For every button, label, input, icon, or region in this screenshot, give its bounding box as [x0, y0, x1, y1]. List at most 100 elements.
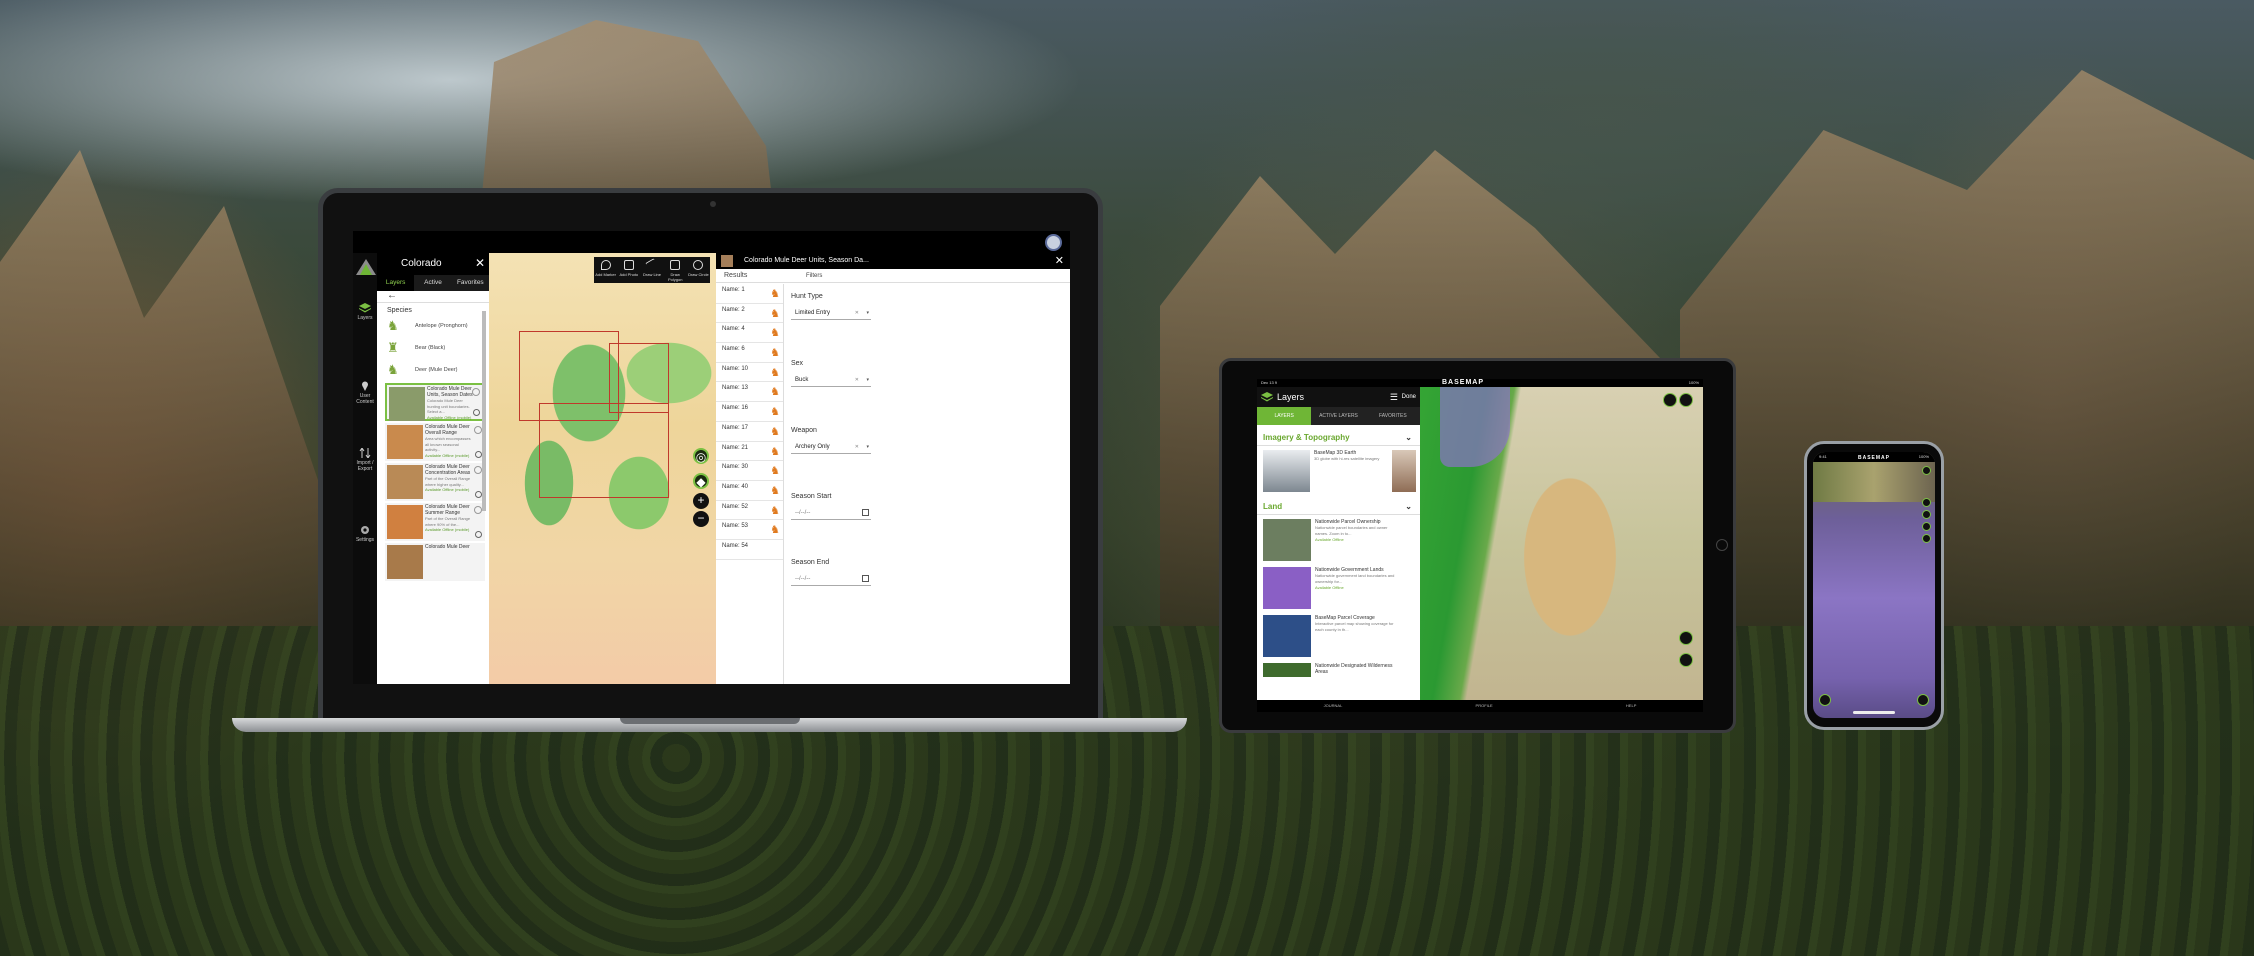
- clear-icon[interactable]: ✕: [855, 440, 859, 454]
- result-row[interactable]: Name: 21 ♞: [716, 442, 783, 462]
- select-value: Archery Only: [795, 444, 830, 450]
- back-arrow-icon[interactable]: ←: [377, 291, 489, 303]
- heart-icon[interactable]: [474, 506, 482, 514]
- heart-icon[interactable]: [472, 388, 480, 396]
- hunt-unit-boundary[interactable]: [609, 343, 669, 413]
- layers-toggle-icon[interactable]: ◆: [693, 473, 709, 489]
- result-row[interactable]: Name: 53 ♞: [716, 520, 783, 540]
- compass-icon[interactable]: [1679, 393, 1693, 407]
- user-avatar-icon[interactable]: [1045, 234, 1062, 251]
- rail-layers[interactable]: Layers: [353, 303, 377, 321]
- locate-icon[interactable]: ◎: [693, 448, 709, 464]
- info-icon[interactable]: [475, 531, 482, 538]
- locate-icon[interactable]: [1679, 631, 1693, 645]
- add-photo-tool[interactable]: Add Photo: [617, 257, 640, 283]
- nav-journal[interactable]: JOURNAL: [1324, 700, 1343, 712]
- add-icon[interactable]: [1917, 694, 1929, 706]
- layer-card[interactable]: Nationwide Government Lands Nationwide go…: [1263, 567, 1416, 611]
- layer-card[interactable]: BaseMap 3D Earth 3D globe with hi-res sat…: [1263, 450, 1416, 494]
- layer-card[interactable]: Colorado Mule Deer Concentration Areas Pa…: [385, 463, 485, 501]
- tablet-map[interactable]: [1420, 387, 1703, 700]
- draw-circle-tool[interactable]: Draw Circle: [687, 257, 710, 283]
- result-row[interactable]: Name: 30 ♞: [716, 461, 783, 481]
- results-tabbar: Results Filters: [716, 269, 1070, 283]
- layer-card[interactable]: Nationwide Parcel Ownership Nationwide pa…: [1263, 519, 1416, 563]
- home-indicator[interactable]: [1853, 711, 1895, 714]
- map-view[interactable]: Add Marker Add Photo Draw Line Draw Poly…: [489, 253, 716, 684]
- nav-help[interactable]: HELP: [1626, 700, 1636, 712]
- result-row[interactable]: Name: 40 ♞: [716, 481, 783, 501]
- rail-settings[interactable]: Settings: [353, 525, 377, 543]
- zoom-out-icon[interactable]: −: [693, 511, 709, 527]
- draw-line-tool[interactable]: Draw Line: [640, 257, 663, 283]
- species-item[interactable]: ♞ Deer (Mule Deer): [377, 359, 489, 381]
- section-header[interactable]: Imagery & Topography ⌄: [1257, 425, 1420, 446]
- result-row[interactable]: Name: 17 ♞: [716, 422, 783, 442]
- home-button[interactable]: [1716, 539, 1728, 551]
- tab-active-layers[interactable]: Active Layers: [414, 275, 451, 302]
- clear-icon[interactable]: ✕: [855, 373, 859, 387]
- rail-import-export[interactable]: Import / Export: [353, 448, 377, 472]
- result-row[interactable]: Name: 1 ♞: [716, 284, 783, 304]
- result-row[interactable]: Name: 52 ♞: [716, 501, 783, 521]
- layers-toggle-icon[interactable]: [1922, 498, 1931, 507]
- result-row[interactable]: Name: 4 ♞: [716, 323, 783, 344]
- close-icon[interactable]: ✕: [1055, 253, 1064, 269]
- phone-screen[interactable]: 9:41 100% BASEMAP: [1813, 452, 1935, 718]
- result-row[interactable]: Name: 10 ♞: [716, 363, 783, 383]
- layer-card[interactable]: Colorado Mule Deer: [385, 543, 485, 581]
- draw-polygon-tool[interactable]: Draw Polygon: [664, 257, 687, 283]
- tab-favorites[interactable]: FAVORITES: [1366, 407, 1420, 425]
- add-marker-tool[interactable]: Add Marker: [594, 257, 617, 283]
- sex-select[interactable]: Buck ✕ ▾: [791, 373, 871, 387]
- locate-icon[interactable]: [1819, 694, 1831, 706]
- layers-toggle-icon[interactable]: [1679, 653, 1693, 667]
- done-button[interactable]: Done: [1402, 387, 1416, 407]
- result-row[interactable]: Name: 2 ♞: [716, 304, 783, 324]
- layer-card[interactable]: Colorado Mule Deer Summer Range Part of t…: [385, 503, 485, 541]
- layer-card[interactable]: Colorado Mule Deer Overall Range Area whi…: [385, 423, 485, 461]
- heart-icon[interactable]: [474, 466, 482, 474]
- tab-favorites[interactable]: Favorites: [452, 275, 489, 291]
- hunt-type-select[interactable]: Limited Entry ✕ ▾: [791, 306, 871, 320]
- result-row[interactable]: Name: 16 ♞: [716, 402, 783, 422]
- species-item[interactable]: ♞ Antelope (Pronghorn): [377, 315, 489, 337]
- species-item[interactable]: ♜ Bear (Black): [377, 337, 489, 359]
- layer-card[interactable]: Nationwide Designated Wilderness Areas: [1263, 663, 1416, 677]
- rail-user-content[interactable]: User Content: [353, 381, 377, 405]
- calendar-icon[interactable]: [862, 509, 869, 516]
- result-row[interactable]: Name: 54: [716, 540, 783, 560]
- zoom-in-icon[interactable]: +: [693, 493, 709, 509]
- layer-card[interactable]: Colorado Mule Deer Units, Season Dates Co…: [385, 383, 485, 421]
- nav-profile[interactable]: PROFILE: [1476, 700, 1493, 712]
- calendar-icon[interactable]: [862, 575, 869, 582]
- result-row[interactable]: Name: 6 ♞: [716, 343, 783, 363]
- scrollbar[interactable]: [482, 311, 486, 511]
- result-name: Name: 13: [722, 385, 749, 392]
- layers-panel-body: ← Species ♞ Antelope (Pronghorn) ♜ Bear (B…: [377, 291, 489, 684]
- season-end-date[interactable]: --/--/--: [791, 572, 871, 586]
- menu-icon[interactable]: ☰: [1390, 387, 1398, 407]
- heart-icon[interactable]: [474, 426, 482, 434]
- heart-icon[interactable]: [1922, 522, 1931, 531]
- tab-layers[interactable]: Layers: [377, 275, 415, 291]
- close-icon[interactable]: ✕: [475, 256, 485, 270]
- filters-label[interactable]: Filters: [806, 269, 822, 283]
- hunt-unit-boundary[interactable]: [539, 403, 669, 498]
- clear-icon[interactable]: ✕: [855, 306, 859, 320]
- compass-icon[interactable]: [1922, 466, 1931, 475]
- status-bar: Dec 13 9 100% BASEMAP: [1257, 379, 1703, 387]
- layer-card[interactable]: BaseMap Parcel Coverage Interactive parce…: [1263, 615, 1416, 659]
- map-style-icon[interactable]: [1922, 510, 1931, 519]
- info-icon[interactable]: [473, 409, 480, 416]
- tab-active-layers[interactable]: ACTIVE LAYERS: [1311, 407, 1365, 425]
- search-icon[interactable]: [1663, 393, 1677, 407]
- profile-icon[interactable]: [1922, 534, 1931, 543]
- info-icon[interactable]: [475, 451, 482, 458]
- section-header[interactable]: Land ⌄: [1257, 494, 1420, 515]
- result-row[interactable]: Name: 13 ♞: [716, 382, 783, 403]
- tab-layers[interactable]: LAYERS: [1257, 407, 1312, 425]
- season-start-date[interactable]: --/--/--: [791, 506, 871, 520]
- weapon-select[interactable]: Archery Only ✕ ▾: [791, 440, 871, 454]
- info-icon[interactable]: [475, 491, 482, 498]
